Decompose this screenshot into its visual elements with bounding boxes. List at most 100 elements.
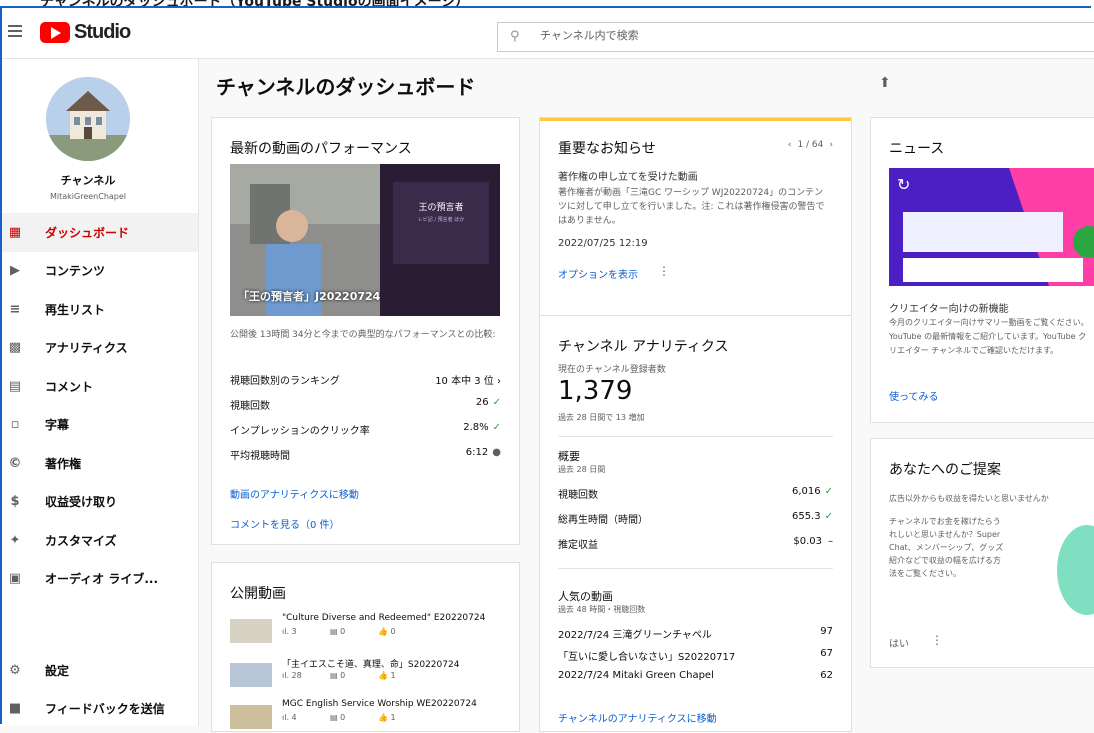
dollar-icon: $ <box>10 494 20 510</box>
show-options-link[interactable]: オプションを表示 <box>558 266 638 281</box>
search-input[interactable] <box>538 28 1042 43</box>
sidebar-item-feedback[interactable]: ■ フィードバックを送信 <box>0 690 198 729</box>
thumbnail-caption: 「王の預言者」J20220724 <box>238 290 381 303</box>
views-stat: ıl. 3 <box>282 627 297 636</box>
channel-avatar[interactable] <box>46 77 130 161</box>
notice-accent-bar <box>540 118 851 121</box>
analytics-icon: ▩ <box>8 340 22 356</box>
chevron-right-icon[interactable]: › <box>829 140 833 150</box>
customize-icon: ✦ <box>9 532 21 548</box>
notice-subtitle: 著作権の申し立てを受けた動画 <box>558 172 698 183</box>
published-video-item[interactable]: MGC English Service Worship WE20220724 ı… <box>230 699 509 733</box>
search-icon[interactable]: ⚲ <box>510 29 520 44</box>
published-video-item[interactable]: 「主イエスこそ道、真理、命」S20220724 ıl. 28 ▤ 0 👍 1 <box>230 657 509 691</box>
card-heading: 重要なお知らせ <box>558 141 656 157</box>
popular-video-row[interactable]: 「互いに愛し合いなさい」S20220717 67 <box>558 648 833 663</box>
sidebar-item-audio-library[interactable]: ▣ オーディオ ライブ... <box>0 560 198 599</box>
ranking-row[interactable]: 視聴回数別のランキング 10 本中 3 位 › <box>230 372 501 387</box>
card-heading: 公開動画 <box>230 586 286 602</box>
sidebar-item-analytics[interactable]: ▩ アナリティクス <box>0 329 198 368</box>
chevron-left-icon[interactable]: ‹ <box>788 140 792 150</box>
info-dot-icon: ● <box>492 447 501 458</box>
views-row: 視聴回数 26 ✓ <box>230 397 501 412</box>
go-to-channel-analytics-link[interactable]: チャンネルのアナリティクスに移動 <box>558 710 717 725</box>
suggest-body: チャンネルでお金を稼げたらうれしいと思いませんか？Super Chat、メンバー… <box>889 517 1004 578</box>
comments-stat: ▤ 0 <box>330 627 346 636</box>
summary-period: 過去 28 日間 <box>558 465 606 474</box>
comments-stat: ▤ 0 <box>330 671 346 680</box>
thumbnail-slide-subtitle: レビ記 / 預言者 ほか <box>417 217 465 223</box>
sidebar-item-earn[interactable]: $ 収益受け取り <box>0 483 198 522</box>
main-content: チャンネルのダッシュボード ⬆ 最新の動画のパフォーマンス 王の預言者 レビ記 … <box>198 59 1094 732</box>
suggestions-card: あなたへのご提案 広告以外からも収益を得たいと思いませんか チャンネルでお金を稼… <box>870 438 1094 668</box>
sidebar-bottom-nav: ⚙ 設定 ■ フィードバックを送信 <box>0 651 198 728</box>
upload-icon[interactable]: ⬆ <box>879 75 891 91</box>
sidebar-item-playlists[interactable]: ≡ 再生リスト <box>0 290 198 329</box>
likes-stat: 👍 1 <box>378 671 396 680</box>
card-heading: ニュース <box>889 141 945 157</box>
studio-header: Studio ⚲ <box>0 8 1094 59</box>
subscribers-label: 現在のチャンネル登録者数 <box>558 365 666 375</box>
analytics-views-row: 視聴回数 6,016 ✓ <box>558 486 833 501</box>
more-vert-icon[interactable]: ⋮ <box>931 633 943 647</box>
studio-logo[interactable]: Studio <box>40 21 131 44</box>
card-heading: あなたへのご提案 <box>889 462 1001 478</box>
divider <box>558 568 833 569</box>
sidebar-item-comments[interactable]: ▤ コメント <box>0 367 198 406</box>
published-video-item[interactable]: "Culture Diverse and Redeemed" E20220724… <box>230 613 509 647</box>
likes-stat: 👍 1 <box>378 713 396 722</box>
sidebar-item-settings[interactable]: ⚙ 設定 <box>0 651 198 690</box>
popular-video-row[interactable]: 2022/7/24 Mitaki Green Chapel 62 <box>558 670 833 681</box>
go-to-video-analytics-link[interactable]: 動画のアナリティクスに移動 <box>230 486 359 501</box>
sidebar-nav: ▦ ダッシュボード ▶ コンテンツ ≡ 再生リスト ▩ アナリティクス ▤ コメント ▫ 字… <box>0 213 198 598</box>
logo-text: Studio <box>74 21 131 43</box>
search-box[interactable]: ⚲ <box>497 22 1094 52</box>
sidebar: チャンネル MitakiGreenChapel ▦ ダッシュボード ▶ コンテンツ … <box>0 59 199 726</box>
dashboard-icon: ▦ <box>8 224 22 240</box>
youtube-logo-icon <box>40 22 70 43</box>
comment-icon: ▤ <box>8 378 22 394</box>
summary-label: 概要 <box>558 450 580 463</box>
suggest-subtitle: 広告以外からも収益を得たいと思いませんか <box>889 494 1049 503</box>
channel-handle: MitakiGreenChapel <box>49 192 127 201</box>
ctr-row: インプレッションのクリック率 2.8% ✓ <box>230 422 501 437</box>
sidebar-item-customize[interactable]: ✦ カスタマイズ <box>0 521 198 560</box>
popular-videos-label: 人気の動画 <box>558 590 613 603</box>
likes-stat: 👍 0 <box>378 627 396 636</box>
popular-video-row[interactable]: 2022/7/24 三滝グリーンチャペル 97 <box>558 626 833 641</box>
video-thumbnail <box>230 705 272 729</box>
comparison-text: 公開後 13時間 34分と今までの典型的なパフォーマンスとの比較: <box>230 330 496 340</box>
latest-video-thumbnail[interactable]: 王の預言者 レビ記 / 預言者 ほか 「王の預言者」J20220724 <box>230 164 500 316</box>
content-icon: ▶ <box>10 263 20 279</box>
notice-date: 2022/07/25 12:19 <box>558 238 648 249</box>
sidebar-item-content[interactable]: ▶ コンテンツ <box>0 252 198 291</box>
check-icon: ✓ <box>824 486 833 497</box>
news-subtitle: クリエイター向けの新機能 <box>889 304 1009 315</box>
yes-link[interactable]: はい <box>889 635 909 650</box>
analytics-revenue-row: 推定収益 $0.03– <box>558 536 833 551</box>
news-image[interactable]: ↻ <box>889 168 1094 286</box>
views-stat: ıl. 4 <box>282 713 297 722</box>
comments-stat: ▤ 0 <box>330 713 346 722</box>
try-it-link[interactable]: 使ってみる <box>889 388 939 403</box>
divider <box>558 436 833 437</box>
more-vert-icon[interactable]: ⋮ <box>658 264 670 278</box>
sidebar-item-copyright[interactable]: © 著作権 <box>0 444 198 483</box>
avg-view-row: 平均視聴時間 6:12 ● <box>230 447 501 462</box>
latest-video-card: 最新の動画のパフォーマンス 王の預言者 レビ記 / 預言者 ほか 「王の預言者」… <box>211 117 520 545</box>
audio-library-icon: ▣ <box>8 571 22 587</box>
subscribers-change: 過去 28 日間で 13 増加 <box>558 413 645 422</box>
card-heading: チャンネル アナリティクス <box>558 339 729 355</box>
news-body: 今月のクリエイター向けサマリー動画をご覧ください。YouTube の最新情報をご… <box>889 318 1089 355</box>
video-thumbnail <box>230 619 272 643</box>
channel-analytics-card: チャンネル アナリティクス 現在のチャンネル登録者数 1,379 過去 28 日… <box>539 315 852 732</box>
sidebar-item-subtitles[interactable]: ▫ 字幕 <box>0 406 198 445</box>
published-videos-card: 公開動画 "Culture Diverse and Redeemed" E202… <box>211 562 520 732</box>
subtitles-icon: ▫ <box>10 417 20 433</box>
notice-body: 著作権者が動画「三滝GC ワーシップ WJ20220724」のコンテンツに対して… <box>558 188 825 226</box>
sidebar-item-dashboard[interactable]: ▦ ダッシュボード <box>0 213 198 252</box>
view-comments-link[interactable]: コメントを見る（0 件） <box>230 516 340 531</box>
menu-icon[interactable] <box>8 25 22 37</box>
channel-name: チャンネル <box>60 174 116 187</box>
video-thumbnail <box>230 663 272 687</box>
